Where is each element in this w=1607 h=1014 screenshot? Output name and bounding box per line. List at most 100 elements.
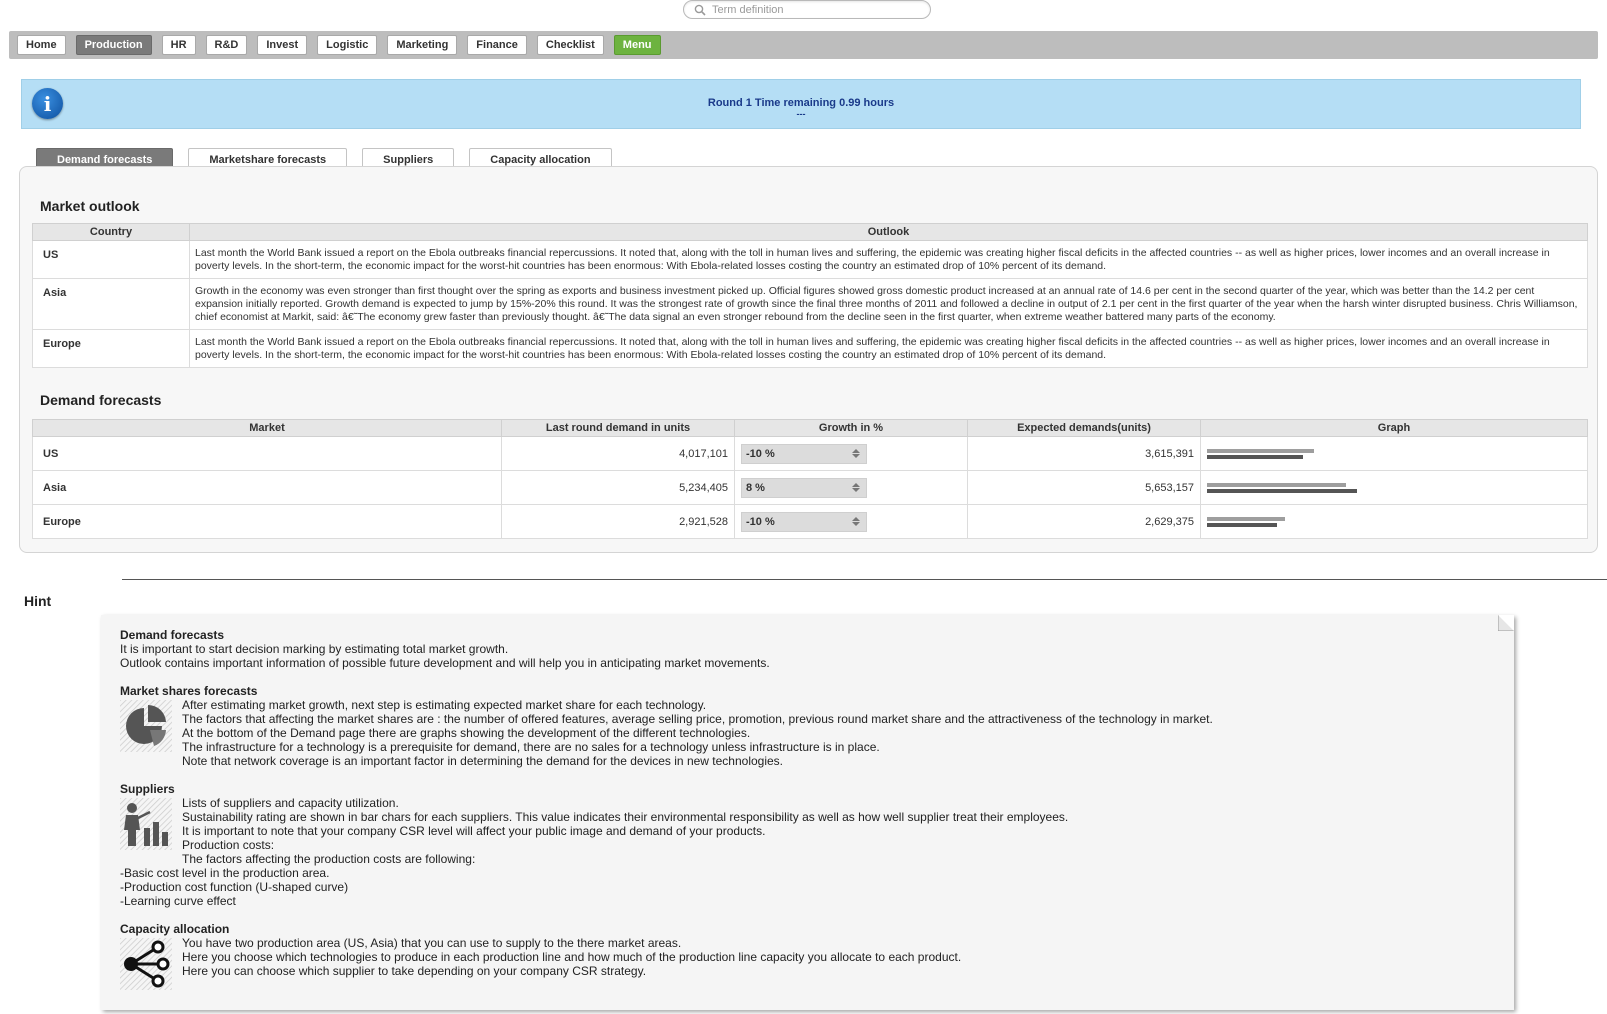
growth-spinner[interactable]: -10 % <box>741 511 867 532</box>
growth-spinner[interactable]: 8 % <box>741 477 867 498</box>
col-growth: Growth in % <box>734 419 968 437</box>
col-expected-demand: Expected demands(units) <box>967 419 1201 437</box>
col-country: Country <box>32 223 190 241</box>
nav-rd[interactable]: R&D <box>205 35 248 55</box>
growth-value: -10 % <box>746 515 775 528</box>
hint-line: Sustainability rating are shown in bar c… <box>182 810 1069 824</box>
demand-bar-graph <box>1207 447 1581 461</box>
spinner-arrows-icon[interactable] <box>852 449 860 458</box>
expected-demand-bar <box>1207 454 1303 459</box>
pie-chart-icon <box>120 700 172 752</box>
growth-cell: 8 % <box>734 470 968 505</box>
country-cell: Europe <box>32 329 190 368</box>
col-graph: Graph <box>1200 419 1588 437</box>
demand-forecasts-table: Market Last round demand in units Growth… <box>32 419 1588 539</box>
hint-title: Hint <box>24 593 52 609</box>
nav-marketing[interactable]: Marketing <box>387 35 458 55</box>
outlook-cell: Growth in the economy was even stronger … <box>189 278 1588 330</box>
nav-finance[interactable]: Finance <box>467 35 527 55</box>
round-info-banner: i Round 1 Time remaining 0.99 hours --- <box>21 79 1581 129</box>
outlook-cell: Last month the World Bank issued a repor… <box>189 329 1588 368</box>
growth-cell: -10 % <box>734 504 968 539</box>
growth-spinner[interactable]: -10 % <box>741 443 867 464</box>
hint-line: Here you choose which technologies to pr… <box>182 950 962 964</box>
growth-cell: -10 % <box>734 436 968 471</box>
market-cell: Europe <box>32 504 502 539</box>
section-divider <box>122 579 1607 580</box>
growth-value: -10 % <box>746 447 775 460</box>
hint-line: Outlook contains important information o… <box>120 656 770 670</box>
share-network-icon <box>120 938 172 990</box>
nav-invest[interactable]: Invest <box>257 35 308 55</box>
expected-demand-bar <box>1207 522 1277 527</box>
graph-cell <box>1200 436 1588 471</box>
hint-line: After estimating market growth, next ste… <box>182 698 707 712</box>
hint-line: At the bottom of the Demand page there a… <box>182 726 751 740</box>
expected-demand-cell: 3,615,391 <box>967 436 1201 471</box>
col-last-round-demand: Last round demand in units <box>501 419 735 437</box>
term-search-input[interactable] <box>712 3 912 16</box>
table-row: US 4,017,101 -10 % 3,615,391 <box>32 436 1588 471</box>
demand-forecasts-title: Demand forecasts <box>40 392 162 408</box>
nav-production[interactable]: Production <box>75 35 152 55</box>
last-demand-bar <box>1207 516 1285 521</box>
hint-section-demand: Demand forecasts It is important to star… <box>120 628 770 670</box>
table-row: Asia Growth in the economy was even stro… <box>32 278 1588 330</box>
country-cell: US <box>32 240 190 279</box>
banner-subtext: --- <box>796 109 806 119</box>
main-nav: Home Production HR R&D Invest Logistic M… <box>9 31 1598 59</box>
hint-line: The factors that affecting the market sh… <box>182 712 1213 726</box>
presenter-chart-icon <box>120 798 172 850</box>
search-icon <box>694 4 706 16</box>
market-outlook-table: Country Outlook US Last month the World … <box>32 223 1588 368</box>
hint-line: -Learning curve effect <box>120 894 236 908</box>
table-row: US Last month the World Bank issued a re… <box>32 240 1588 279</box>
table-row: Europe Last month the World Bank issued … <box>32 329 1588 368</box>
expected-demand-cell: 5,653,157 <box>967 470 1201 505</box>
hint-section-suppliers: Suppliers Lists of suppliers and capacit… <box>120 782 1500 908</box>
last-demand-cell: 5,234,405 <box>501 470 735 505</box>
hint-heading: Market shares forecasts <box>120 684 258 698</box>
round-time-remaining: Round 1 Time remaining 0.99 hours <box>707 97 895 109</box>
hint-line: It is important to note that your compan… <box>182 824 766 838</box>
hint-line: The infrastructure for a technology is a… <box>182 740 880 754</box>
market-cell: US <box>32 436 502 471</box>
table-row: Europe 2,921,528 -10 % 2,629,375 <box>32 504 1588 539</box>
hint-line: Note that network coverage is an importa… <box>182 754 784 768</box>
growth-value: 8 % <box>746 481 765 494</box>
col-outlook: Outlook <box>189 223 1588 241</box>
hint-line: Production costs: <box>182 838 275 852</box>
nav-hr[interactable]: HR <box>161 35 196 55</box>
hint-line: The factors affecting the production cos… <box>182 852 476 866</box>
hint-heading: Capacity allocation <box>120 922 230 936</box>
country-cell: Asia <box>32 278 190 330</box>
col-market: Market <box>32 419 502 437</box>
hint-heading: Demand forecasts <box>120 628 225 642</box>
term-search[interactable] <box>683 0 931 19</box>
demand-forecasts-panel: Market outlook Country Outlook US Last m… <box>19 166 1598 553</box>
demand-bar-graph <box>1207 481 1581 495</box>
hint-line: Lists of suppliers and capacity utilizat… <box>182 796 399 810</box>
last-demand-bar <box>1207 448 1314 453</box>
hint-box: Demand forecasts It is important to star… <box>101 615 1514 1010</box>
hint-section-market-shares: Market shares forecasts After estimating… <box>120 684 1500 768</box>
outlook-cell: Last month the World Bank issued a repor… <box>189 240 1588 279</box>
graph-cell <box>1200 470 1588 505</box>
table-row: Asia 5,234,405 8 % 5,653,157 <box>32 470 1588 505</box>
hint-heading: Suppliers <box>120 782 175 796</box>
spinner-arrows-icon[interactable] <box>852 517 860 526</box>
market-outlook-title: Market outlook <box>40 198 140 214</box>
nav-checklist[interactable]: Checklist <box>536 35 604 55</box>
expected-demand-cell: 2,629,375 <box>967 504 1201 539</box>
last-demand-cell: 2,921,528 <box>501 504 735 539</box>
hint-section-capacity: Capacity allocation You have two product… <box>120 922 1500 990</box>
graph-cell <box>1200 504 1588 539</box>
hint-line: You have two production area (US, Asia) … <box>182 936 682 950</box>
page-corner-icon <box>1498 615 1514 631</box>
nav-home[interactable]: Home <box>17 35 66 55</box>
nav-logistic[interactable]: Logistic <box>317 35 378 55</box>
hint-line: It is important to start decision markin… <box>120 642 509 656</box>
spinner-arrows-icon[interactable] <box>852 483 860 492</box>
nav-menu[interactable]: Menu <box>613 35 661 55</box>
demand-bar-graph <box>1207 515 1581 529</box>
